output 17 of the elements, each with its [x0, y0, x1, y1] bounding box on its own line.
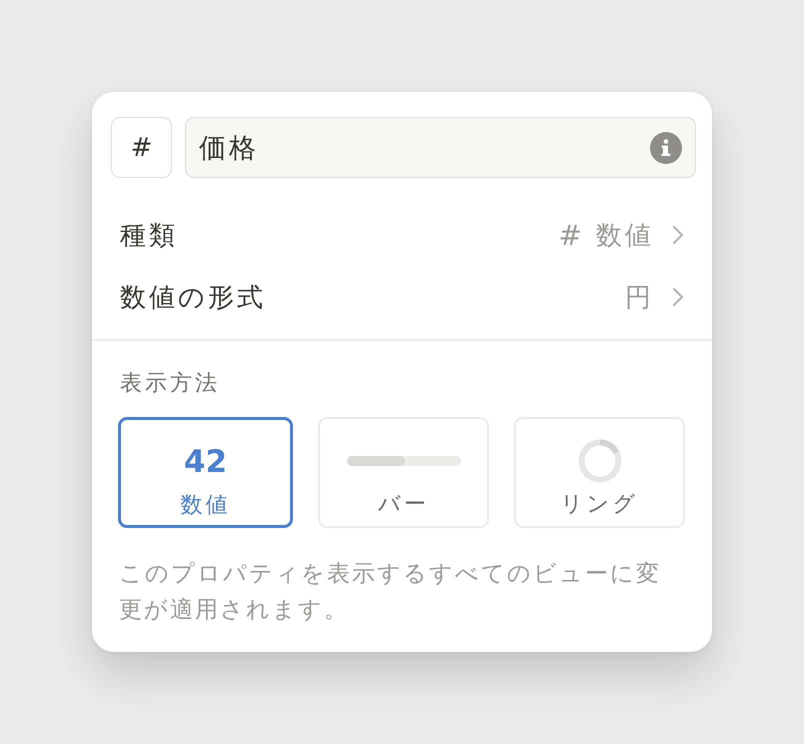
setting-label: 種類 [120, 220, 178, 252]
info-icon[interactable] [650, 132, 682, 164]
setting-value[interactable]: 円 [625, 280, 654, 314]
display-option[interactable]: バー [318, 417, 489, 528]
name-field[interactable]: 価格 [185, 117, 696, 178]
chevron-right-icon[interactable] [672, 225, 684, 245]
type-symbol: # [558, 218, 582, 252]
info-note: このプロパティを表示するすべてのビューに変更が適用されます。 [119, 560, 662, 625]
setting-value[interactable]: 数値 [596, 218, 654, 252]
type-button[interactable]: # [111, 117, 172, 178]
section-title: 表示方法 [120, 370, 221, 398]
chevron-right-icon[interactable] [672, 287, 684, 307]
ring-preview-icon [578, 439, 622, 483]
setting-label: 数値の形式 [120, 282, 266, 314]
display-option[interactable]: リング [514, 417, 685, 528]
bar-preview-icon [346, 456, 460, 466]
display-option[interactable]: 42 数値 [118, 417, 293, 528]
